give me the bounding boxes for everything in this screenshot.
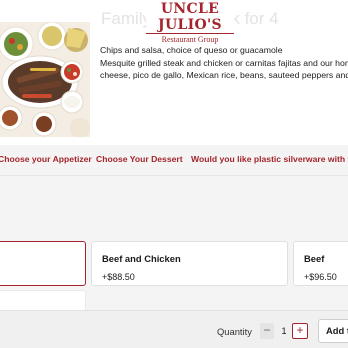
- fajita-platter-image: [0, 22, 90, 137]
- brand-logo: UNCLE JULIO'S Restaurant Group: [146, 1, 234, 44]
- product-description: Chips and salsa, choice of queso or guac…: [100, 44, 348, 82]
- add-to-order-button[interactable]: Add to Order: [318, 319, 348, 343]
- option-price: +$88.50: [102, 272, 135, 282]
- logo-wordmark: UNCLE JULIO'S: [158, 1, 222, 33]
- option-card-selected[interactable]: [0, 241, 86, 286]
- description-line: cheese, pico de gallo, Mexican rice, bea…: [100, 70, 348, 80]
- product-header: Family Fajita Pack for 4 UNCLE JULIO'S R…: [0, 0, 348, 145]
- option-title: Beef: [304, 253, 325, 264]
- product-image: [0, 22, 90, 137]
- option-price: +$96.50: [304, 272, 337, 282]
- section-divider: [0, 175, 348, 176]
- product-modal: Family Fajita Pack for 4 UNCLE JULIO'S R…: [0, 0, 348, 348]
- tab-dessert[interactable]: Choose Your Dessert: [96, 154, 183, 164]
- decrease-quantity-button[interactable]: −: [260, 323, 274, 339]
- tab-silverware[interactable]: Would you like plastic silverware with y…: [191, 154, 348, 164]
- description-line: Chips and salsa, choice of queso or guac…: [100, 45, 283, 55]
- order-footer: Quantity − 1 + Add to Order: [0, 310, 348, 348]
- quantity-value: 1: [281, 326, 287, 336]
- option-title: Beef and Chicken: [102, 253, 181, 264]
- quantity-label: Quantity: [217, 326, 252, 337]
- increase-quantity-button[interactable]: +: [292, 323, 308, 339]
- description-line: Mesquite grilled steak and chicken or ca…: [100, 57, 348, 68]
- modifier-tabs: Choose your Appetizer Choose Your Desser…: [0, 154, 348, 166]
- tab-appetizer[interactable]: Choose your Appetizer: [0, 154, 92, 164]
- logo-subtitle: Restaurant Group: [146, 33, 234, 44]
- option-card-beef[interactable]: Beef +$96.50: [293, 241, 348, 286]
- option-card-beef-and-chicken[interactable]: Beef and Chicken +$88.50: [91, 241, 288, 286]
